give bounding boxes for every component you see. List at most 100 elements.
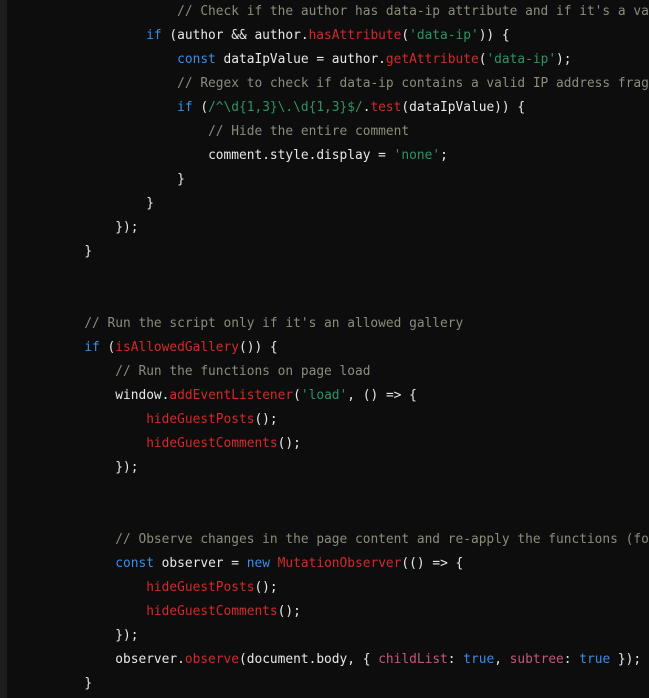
code-token-plain: (() => { [401,556,464,571]
code-token-kw: const [115,556,154,571]
code-line: comment.style.display = 'none'; [7,144,649,168]
code-line: observer.observe(document.body, { childL… [7,648,649,672]
code-token-plain: : [563,652,580,667]
code-token-str: /^\d{1,3}\.\d{1,3}$/ [208,100,363,115]
code-line: window.addEventListener('load', () => { [7,384,649,408]
code-line: if (isAllowedGallery()) { [7,336,649,360]
code-line: if (author && author.hasAttribute('data-… [7,24,649,48]
code-token-plain: } [84,244,93,259]
code-token-fn: hideGuestComments [146,604,278,619]
code-token-fn: MutationObserver [277,556,402,571]
code-token-cmt: // Run the functions on page load [115,364,371,379]
code-token-plain: ; [440,148,448,163]
code-line: const dataIpValue = author.getAttribute(… [7,48,649,72]
code-editor-viewport: // Check if the author has data-ip attri… [0,0,649,698]
code-token-str: 'load' [300,388,348,403]
code-token-str: 'none' [393,148,441,163]
code-token-plain: (); [277,604,301,619]
code-line: } [7,672,649,696]
code-token-kw: const [177,52,216,67]
editor-gutter-strip [0,0,7,698]
code-token-plain: (); [254,412,278,427]
code-token-plain: : [447,652,464,667]
code-token-prop: subtree [509,652,564,667]
source-code-block[interactable]: // Check if the author has data-ip attri… [7,0,649,698]
code-token-cmt: // Regex to check if data-ip contains a … [177,76,649,91]
code-token-cmt: // Observe changes in the page content a… [115,532,649,547]
code-token-plain: }); [115,628,139,643]
code-token-plain: )) { [478,28,510,43]
code-token-plain: } [177,172,185,187]
code-token-plain: window. [115,388,170,403]
code-token-str: 'data-ip' [486,52,557,67]
code-token-plain: ( [293,388,301,403]
code-token-plain: dataIpValue = author. [215,52,386,67]
code-line: hideGuestPosts(); [7,576,649,600]
code-token-fn: getAttribute [385,52,479,67]
code-token-fn: hideGuestComments [146,436,278,451]
code-token-plain: } [146,196,154,211]
code-line: // Check if the author has data-ip attri… [7,0,649,24]
code-line: // Regex to check if data-ip contains a … [7,72,649,96]
code-line: hideGuestComments(); [7,432,649,456]
code-line: }); [7,624,649,648]
code-token-fn: hasAttribute [308,28,402,43]
code-token-plain: (); [277,436,301,451]
code-token-cmt: // Hide the entire comment [208,124,410,139]
code-token-kw: if [177,100,193,115]
code-scroll-surface[interactable]: // Check if the author has data-ip attri… [7,0,649,698]
code-token-cmt: // Check if the author has data-ip attri… [177,4,649,19]
code-token-plain: observer. [115,652,185,667]
code-token-cmt: // Run the script only if it's an allowe… [84,316,464,331]
code-token-str: 'data-ip' [409,28,479,43]
code-line: } [7,240,649,264]
code-line: // Observe changes in the page content a… [7,528,649,552]
code-token-fn: hideGuestPosts [146,580,255,595]
code-token-fn: isAllowedGallery [115,340,239,355]
code-token-fn: test [370,100,402,115]
code-token-plain: }); [115,460,139,475]
code-line: } [7,168,649,192]
code-line: hideGuestPosts(); [7,408,649,432]
code-token-prop: childList [378,652,448,667]
code-token-plain: (document.body, { [239,652,379,667]
code-token-kw: if [84,340,100,355]
code-token-plain: , [494,652,510,667]
code-token-plain: observer = [153,556,247,571]
code-token-kw: true [463,652,495,667]
code-token-plain: }); [115,220,139,235]
code-token-kw: true [579,652,611,667]
code-line: }); [7,216,649,240]
code-token-plain: ( [192,100,209,115]
code-token-plain: comment.style.display = [208,148,394,163]
code-token-plain: ); [556,52,572,67]
code-token-fn: addEventListener [169,388,294,403]
code-token-plain: } [84,676,93,691]
code-token-fn: hideGuestPosts [146,412,255,427]
code-token-plain: ()) { [239,340,278,355]
code-token-plain: (author && author. [161,28,309,43]
code-token-plain: ( [401,28,410,43]
